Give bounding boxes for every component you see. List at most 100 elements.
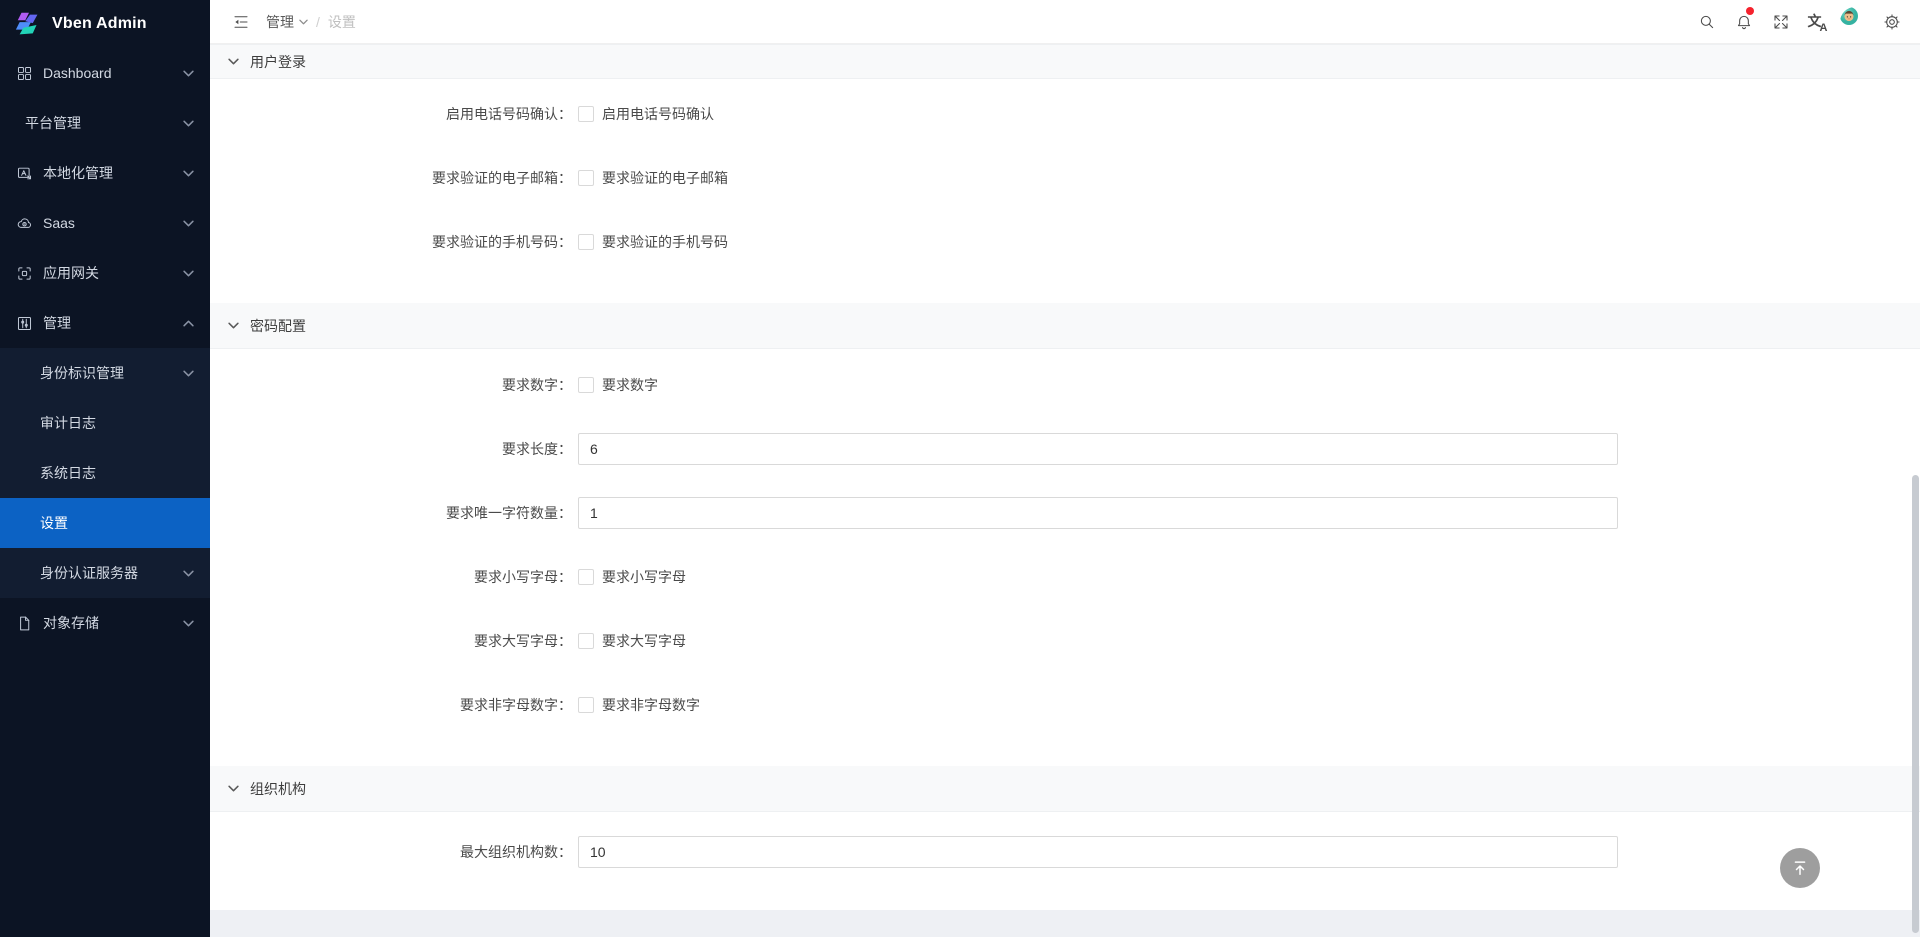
sidebar-item-label: Dashboard — [43, 65, 183, 81]
sidebar-item-system-logs[interactable]: 系统日志 — [0, 448, 210, 498]
checkbox-label[interactable]: 要求数字 — [602, 375, 658, 395]
fullscreen-icon — [1772, 13, 1790, 31]
sidebar-item-identity-server[interactable]: 身份认证服务器 — [0, 548, 210, 598]
chevron-down-icon — [183, 70, 194, 77]
sidebar-collapse-icon[interactable] — [232, 13, 250, 31]
vertical-scrollbar-thumb[interactable] — [1912, 475, 1919, 933]
sidebar-item-object-storage[interactable]: 对象存储 — [0, 598, 210, 648]
enable-phone-confirm-checkbox[interactable] — [578, 106, 594, 122]
checkbox-label[interactable]: 要求大写字母 — [602, 631, 686, 651]
avatar — [1840, 7, 1870, 37]
checkbox-label[interactable]: 要求非字母数字 — [602, 695, 700, 715]
sidebar-item-localization[interactable]: 本地化管理 — [0, 148, 210, 198]
form-row: 要求长度： — [210, 433, 1920, 465]
app-title: Vben Admin — [52, 15, 147, 33]
sidebar-item-label: 系统日志 — [40, 463, 194, 483]
search-icon — [1698, 13, 1716, 31]
form-row: 要求大写字母： 要求大写字母 — [210, 625, 1920, 657]
chevron-up-icon — [183, 320, 194, 327]
require-confirmed-phone-checkbox[interactable] — [578, 234, 594, 250]
form-row: 启用电话号码确认： 启用电话号码确认 — [210, 98, 1920, 130]
notification-button[interactable] — [1725, 0, 1762, 44]
language-button[interactable]: 文 A — [1799, 0, 1836, 44]
form-row: 要求小写字母： 要求小写字母 — [210, 561, 1920, 593]
checkbox-label[interactable]: 要求小写字母 — [602, 567, 686, 587]
sidebar-item-label: 本地化管理 — [43, 163, 183, 183]
sidebar-item-label: 设置 — [40, 513, 194, 533]
sidebar-item-audit-logs[interactable]: 审计日志 — [0, 398, 210, 448]
back-to-top-icon — [1790, 858, 1810, 878]
chevron-down-icon — [183, 170, 194, 177]
required-length-input[interactable] — [578, 433, 1618, 465]
form-row: 要求非字母数字： 要求非字母数字 — [210, 689, 1920, 721]
section-title: 用户登录 — [250, 52, 306, 72]
form-row: 要求唯一字符数量： — [210, 497, 1920, 529]
collapse-chevron-icon — [228, 785, 239, 792]
settings-page: 用户登录 启用电话号码确认： 启用电话号码确认 要求验证的电子邮箱： 要求验证的… — [210, 44, 1920, 910]
field-label: 最大组织机构数： — [210, 842, 572, 862]
checkbox-label[interactable]: 要求验证的电子邮箱 — [602, 168, 728, 188]
vben-logo-icon — [14, 9, 44, 39]
breadcrumb: 管理 / 设置 — [266, 12, 356, 32]
require-uppercase-checkbox[interactable] — [578, 633, 594, 649]
required-unique-chars-input[interactable] — [578, 497, 1618, 529]
field-label: 要求非字母数字： — [210, 695, 572, 715]
checkbox-label[interactable]: 要求验证的手机号码 — [602, 232, 728, 252]
sidebar-item-identity-management[interactable]: 身份标识管理 — [0, 348, 210, 398]
back-to-top-button[interactable] — [1780, 848, 1820, 888]
fullscreen-button[interactable] — [1762, 0, 1799, 44]
app-logo[interactable]: Vben Admin — [0, 0, 210, 48]
field-label: 启用电话号码确认： — [210, 104, 572, 124]
require-confirmed-email-checkbox[interactable] — [578, 170, 594, 186]
section-header-organization[interactable]: 组织机构 — [210, 766, 1920, 812]
field-label: 要求数字： — [210, 375, 572, 395]
section-header-user-login[interactable]: 用户登录 — [210, 44, 1920, 79]
bell-icon — [1735, 13, 1753, 31]
search-button[interactable] — [1688, 0, 1725, 44]
field-label: 要求验证的电子邮箱： — [210, 168, 572, 188]
sidebar-menu: Dashboard 平台管理 本地化管理 Saas — [0, 48, 210, 648]
sidebar-item-dashboard[interactable]: Dashboard — [0, 48, 210, 98]
gear-icon — [1883, 13, 1901, 31]
chevron-down-icon — [183, 570, 194, 577]
breadcrumb-label: 管理 — [266, 12, 294, 32]
section-user-login: 启用电话号码确认： 启用电话号码确认 要求验证的电子邮箱： 要求验证的电子邮箱 … — [210, 79, 1920, 303]
chevron-down-icon — [183, 620, 194, 627]
require-non-alphanumeric-checkbox[interactable] — [578, 697, 594, 713]
chevron-down-icon — [183, 370, 194, 377]
section-header-password-config[interactable]: 密码配置 — [210, 303, 1920, 349]
sidebar-item-label: 平台管理 — [25, 113, 183, 133]
settings-button[interactable] — [1873, 0, 1910, 44]
checkbox-label[interactable]: 启用电话号码确认 — [602, 104, 714, 124]
chevron-down-icon — [183, 220, 194, 227]
sidebar-item-label: 身份标识管理 — [40, 363, 183, 383]
section-title: 组织机构 — [250, 779, 306, 799]
field-label: 要求验证的手机号码： — [210, 232, 572, 252]
sidebar-item-platform-management[interactable]: 平台管理 — [0, 98, 210, 148]
sidebar-item-app-gateway[interactable]: 应用网关 — [0, 248, 210, 298]
field-label: 要求小写字母： — [210, 567, 572, 587]
field-label: 要求长度： — [210, 439, 572, 459]
require-digit-checkbox[interactable] — [578, 377, 594, 393]
max-organization-units-input[interactable] — [578, 836, 1618, 868]
chevron-down-icon — [299, 19, 308, 25]
section-organization: 最大组织机构数： — [210, 812, 1920, 910]
notification-badge — [1746, 7, 1754, 15]
gateway-icon — [16, 265, 33, 282]
field-label: 要求大写字母： — [210, 631, 572, 651]
breadcrumb-item-settings: 设置 — [328, 12, 356, 32]
cloud-server-icon — [16, 215, 33, 232]
sidebar-item-management[interactable]: 管理 — [0, 298, 210, 348]
sidebar-item-label: Saas — [43, 215, 183, 231]
avatar-image — [1840, 7, 1858, 25]
file-icon — [16, 615, 33, 632]
user-menu-button[interactable] — [1836, 0, 1873, 44]
breadcrumb-item-management[interactable]: 管理 — [266, 12, 308, 32]
require-lowercase-checkbox[interactable] — [578, 569, 594, 585]
sidebar-item-saas[interactable]: Saas — [0, 198, 210, 248]
field-label: 要求唯一字符数量： — [210, 503, 572, 523]
sidebar-item-settings[interactable]: 设置 — [0, 498, 210, 548]
breadcrumb-separator: / — [316, 14, 320, 30]
sidebar-item-label: 对象存储 — [43, 613, 183, 633]
management-icon — [16, 315, 33, 332]
